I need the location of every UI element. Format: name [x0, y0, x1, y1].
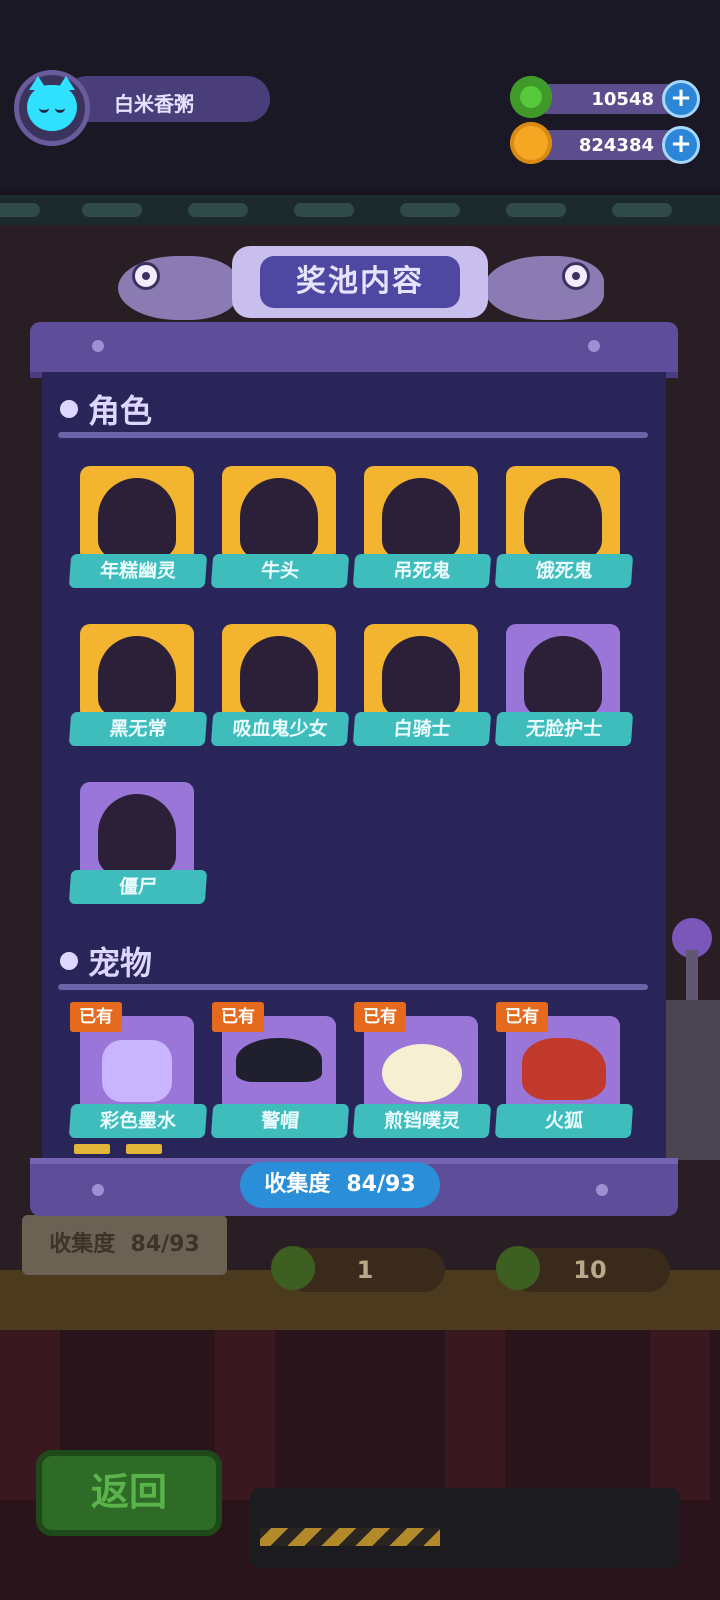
character-card[interactable]: 黑无常 — [68, 624, 208, 754]
bullet-icon — [60, 952, 78, 970]
pet-name: 火狐 — [494, 1104, 634, 1138]
section-title: 角色 — [88, 392, 153, 430]
pet-name: 煎铛噗灵 — [352, 1104, 492, 1138]
zombie-icon — [98, 794, 176, 874]
fish-ornament-right — [484, 248, 604, 320]
character-card[interactable]: 牛头 — [210, 466, 350, 596]
currency-planet: 824384 + — [510, 122, 700, 164]
white-knight-icon — [382, 636, 460, 716]
bullet-icon — [60, 400, 78, 418]
player-profile[interactable]: 白米香粥 — [14, 70, 270, 146]
leaf-icon — [271, 1246, 315, 1290]
add-donut-button[interactable]: + — [662, 80, 700, 118]
color-ink-jar-icon — [102, 1040, 172, 1102]
character-name: 吸血鬼少女 — [210, 712, 350, 746]
owned-badge: 已有 — [496, 1002, 548, 1032]
avatar[interactable] — [14, 70, 90, 146]
panel-header-bar — [30, 322, 678, 378]
pet-card[interactable]: 已有 煎铛噗灵 — [352, 1002, 492, 1146]
fried-bun-spirit-icon — [382, 1044, 462, 1102]
pet-card[interactable]: 已有 火狐 — [494, 1002, 634, 1146]
character-card[interactable]: 无脸护士 — [494, 624, 634, 754]
character-name: 黑无常 — [68, 712, 208, 746]
leaf-icon — [496, 1246, 540, 1290]
prize-pool-panel[interactable]: 角色 年糕幽灵 牛头 吊死鬼 饿死鬼 黑无常 吸血鬼少女 白骑士 无脸护士 僵尸 — [42, 372, 666, 1158]
draw-ten-price: 10 — [496, 1246, 670, 1292]
character-name: 吊死鬼 — [352, 554, 492, 588]
background-collection-label: 收集度 84/93 — [22, 1215, 227, 1275]
character-name: 白骑士 — [352, 712, 492, 746]
character-card[interactable]: 僵尸 — [68, 782, 208, 912]
faceless-nurse-icon — [524, 636, 602, 716]
character-name: 年糕幽灵 — [68, 554, 208, 588]
currency-donut: 10548 + — [510, 76, 700, 118]
next-row-hint — [74, 1144, 110, 1154]
player-name: 白米香粥 — [114, 92, 194, 116]
pet-card[interactable]: 已有 彩色墨水 — [68, 1002, 208, 1146]
next-row-hint — [126, 1144, 162, 1154]
section-pets: 宠物 — [58, 932, 648, 990]
panel-title-tag: 奖池内容 — [232, 246, 488, 318]
owned-badge: 已有 — [70, 1002, 122, 1032]
character-name: 僵尸 — [68, 870, 208, 904]
character-card[interactable]: 饿死鬼 — [494, 466, 634, 596]
fish-ornament-left — [118, 248, 238, 320]
character-name: 无脸护士 — [494, 712, 634, 746]
pet-name: 彩色墨水 — [68, 1104, 208, 1138]
orange-planet-icon — [510, 122, 552, 164]
gacha-machine — [660, 1000, 720, 1160]
ox-head-icon — [240, 478, 318, 558]
character-card[interactable]: 年糕幽灵 — [68, 466, 208, 596]
section-characters: 角色 — [58, 380, 648, 438]
draw-once-price: 1 — [271, 1246, 445, 1292]
hungry-ghost-icon — [524, 478, 602, 558]
collection-value: 84/93 — [346, 1172, 416, 1197]
section-title: 宠物 — [88, 944, 153, 982]
police-cap-icon — [236, 1038, 322, 1082]
collection-progress: 收集度 84/93 — [240, 1162, 440, 1208]
character-card[interactable]: 白骑士 — [352, 624, 492, 754]
black-impermanence-icon — [98, 636, 176, 716]
vampire-girl-icon — [240, 636, 318, 716]
character-card[interactable]: 吊死鬼 — [352, 466, 492, 596]
character-name: 牛头 — [210, 554, 350, 588]
donut-count: 10548 — [591, 89, 654, 110]
pet-name: 警帽 — [210, 1104, 350, 1138]
character-name: 饿死鬼 — [494, 554, 634, 588]
green-donut-icon — [510, 76, 552, 118]
hazard-stripe — [260, 1528, 440, 1546]
character-card[interactable]: 吸血鬼少女 — [210, 624, 350, 754]
panel-title: 奖池内容 — [260, 256, 460, 308]
back-button[interactable]: 返回 — [36, 1450, 222, 1536]
add-planet-button[interactable]: + — [662, 126, 700, 164]
planet-count: 824384 — [578, 135, 654, 156]
pet-card[interactable]: 已有 警帽 — [210, 1002, 350, 1146]
collection-label: 收集度 — [264, 1172, 331, 1197]
cyan-cat-icon — [27, 76, 77, 131]
owned-badge: 已有 — [354, 1002, 406, 1032]
hanged-ghost-icon — [382, 478, 460, 558]
fire-fox-icon — [522, 1038, 606, 1100]
rice-cake-ghost-icon — [98, 478, 176, 558]
owned-badge: 已有 — [212, 1002, 264, 1032]
